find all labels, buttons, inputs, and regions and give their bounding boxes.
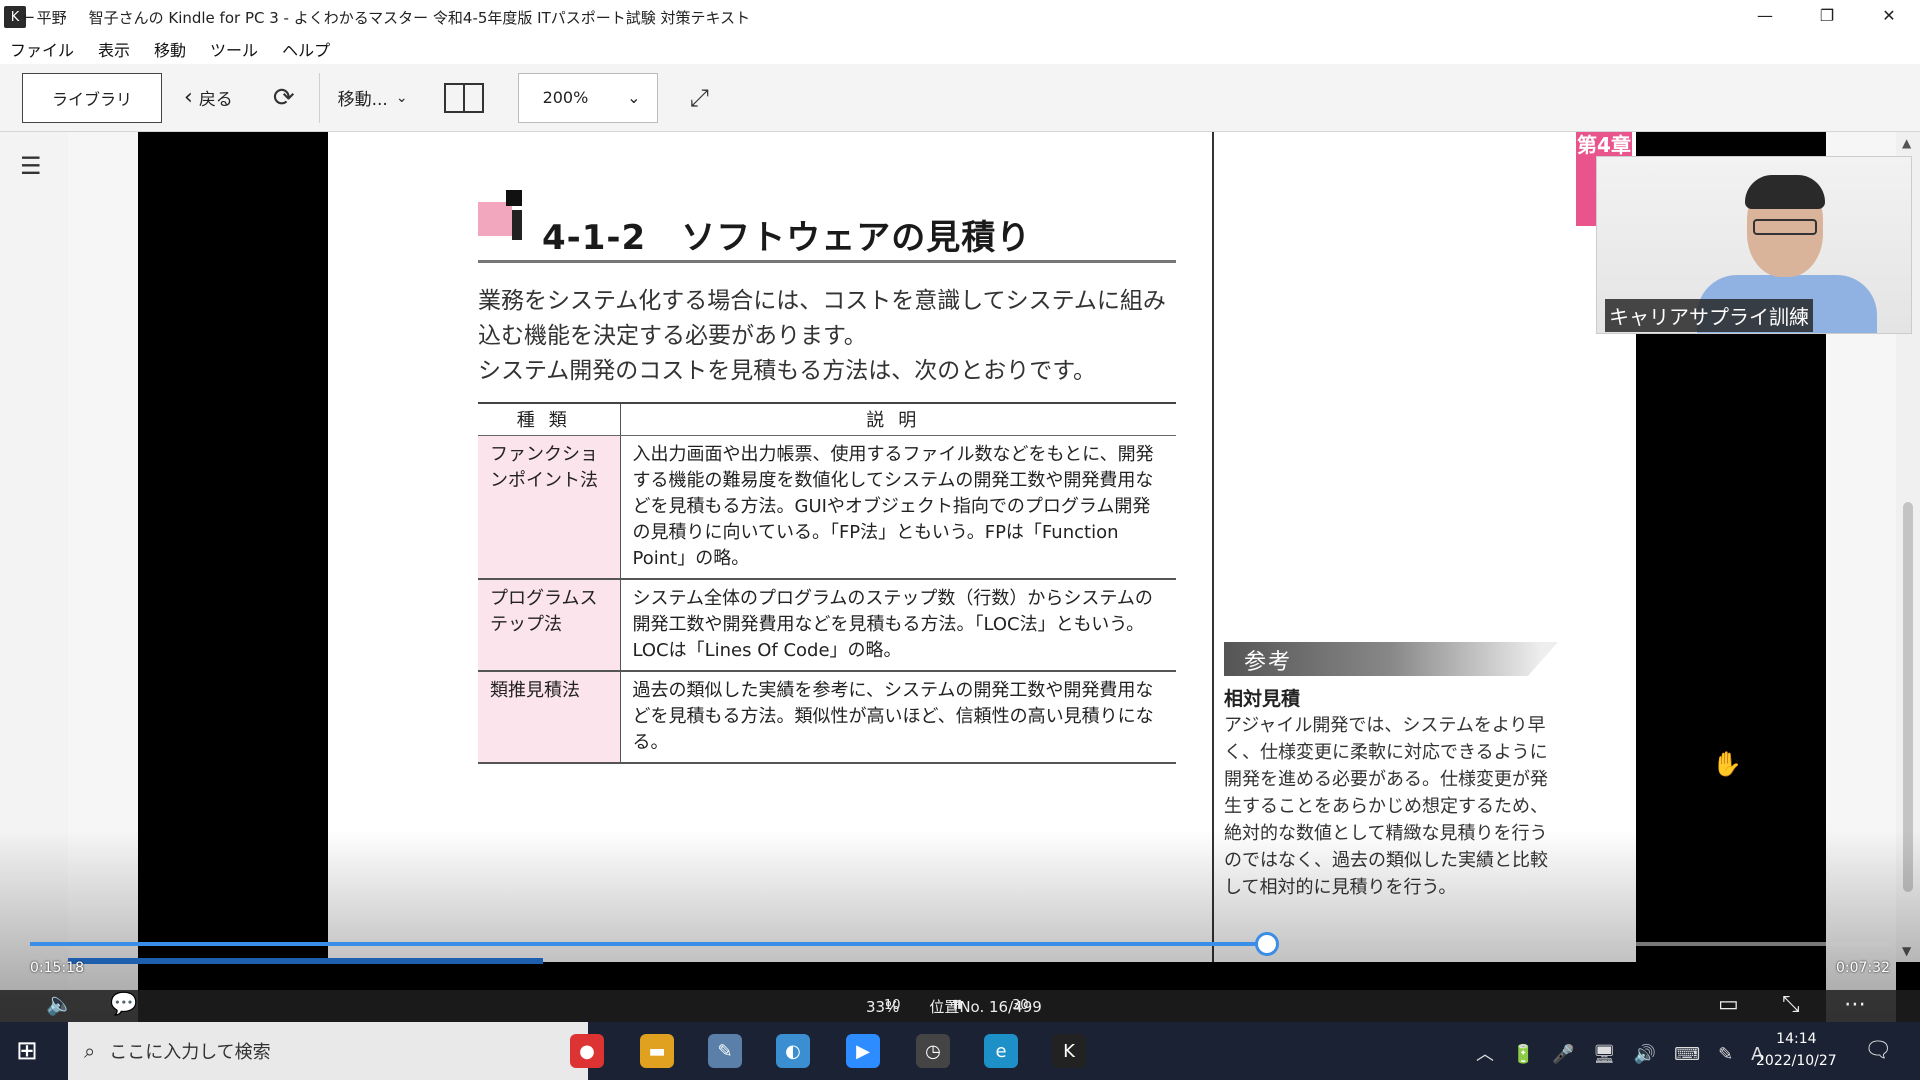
menu-go[interactable]: 移動: [154, 37, 186, 61]
skip-back-icon[interactable]: 10: [884, 998, 901, 1013]
chevron-left-icon: ‹: [184, 85, 193, 110]
zoom-value: 200%: [542, 88, 589, 107]
search-placeholder: ここに入力して検索: [109, 1042, 271, 1063]
menu-help[interactable]: ヘルプ: [282, 37, 330, 61]
user-name: 平野: [36, 8, 67, 27]
presenter-hair: [1745, 175, 1825, 209]
hand-cursor-icon: ✋: [1712, 750, 1742, 778]
remaining-time: 0:07:32: [1836, 960, 1890, 976]
video-controls: 🔈 💬 33% 位置No. 16/499 10 ⏸ 30 ▭ ⤡ ⋯: [0, 990, 1920, 1022]
intro-line-2: システム開発のコストを見積もる方法は、次のとおりです。: [478, 358, 1097, 384]
kindle-taskbar-icon[interactable]: K: [1052, 1034, 1086, 1068]
window-title: 智子さんの Kindle for PC 3 - よくわかるマスター 令和4-5年…: [88, 8, 751, 27]
goto-label: 移動...: [337, 90, 388, 110]
menu-file[interactable]: ファイル: [10, 37, 74, 61]
table-row: ファンクションポイント法 入出力画面や出力帳票、使用するファイル数などをもとに、…: [478, 435, 1176, 580]
chrome-icon[interactable]: ●: [570, 1034, 604, 1068]
heading-marker-icon: [478, 190, 528, 246]
sync-icon[interactable]: ⟳: [273, 83, 295, 113]
method-name: プログラムステップ法: [478, 578, 621, 672]
paint-icon[interactable]: ◐: [776, 1034, 810, 1068]
intro-text: 業務をシステム化する場合には、コストを意識してシステムに組み込む機能を決定する必…: [478, 284, 1188, 389]
system-tray[interactable]: ︿ 🔋 🎤 🖥 🔊 ⌨ ✎ A: [1476, 1040, 1763, 1066]
zoom-app-icon[interactable]: ▶: [846, 1034, 880, 1068]
taskbar: ⊞ ⌕ ここに入力して検索 ● ▬ ✎ ◐ ▶ ◷ e K ︿ 🔋 🎤 🖥 🔊 …: [0, 1022, 1920, 1080]
library-button[interactable]: ライブラリ: [22, 72, 162, 123]
clock-time: 14:14: [1776, 1031, 1817, 1047]
clock-app-icon[interactable]: ◷: [916, 1034, 950, 1068]
chevron-down-icon: ⌄: [395, 89, 408, 106]
taskbar-search[interactable]: ⌕ ここに入力して検索: [68, 1022, 588, 1080]
header-kind: 種類: [478, 402, 621, 436]
toolbar-divider: [318, 72, 320, 123]
window-controls: — ❐ ✕: [1734, 0, 1920, 34]
method-name: 類推見積法: [478, 670, 621, 764]
heading-rule: [478, 260, 1176, 263]
notification-icon[interactable]: 🗨: [1864, 1038, 1892, 1063]
two-page-layout-icon[interactable]: [443, 82, 484, 113]
intro-line-1: 業務をシステム化する場合には、コストを意識してシステムに組み込む機能を決定する必…: [478, 288, 1166, 349]
table-row: 類推見積法 過去の類似した実績を参考に、システムの開発工数や開発費用などを見積も…: [478, 670, 1176, 764]
estimation-methods-table: 種類 説明 ファンクションポイント法 入出力画面や出力帳票、使用するファイル数な…: [478, 402, 1176, 764]
header-description: 説明: [620, 402, 1176, 436]
method-name: ファンクションポイント法: [478, 435, 621, 580]
back-button[interactable]: ‹ 戻る: [184, 85, 233, 110]
taskbar-clock[interactable]: 14:14 2022/10/27: [1756, 1028, 1837, 1072]
webcam-caption: キャリアサプライ訓練: [1605, 299, 1813, 332]
video-progress-fill: [30, 942, 1267, 946]
method-description: 入出力画面や出力帳票、使用するファイル数などをもとに、開発する機能の難易度を数値…: [620, 435, 1176, 580]
method-description: 過去の類似した実績を参考に、システムの開発工数や開発費用などを見積もる方法。類似…: [620, 670, 1176, 764]
volume-icon[interactable]: 🔈: [46, 992, 73, 1017]
clock-date: 2022/10/27: [1756, 1053, 1837, 1069]
search-icon: ⌕: [84, 1039, 96, 1063]
video-progress-handle[interactable]: [1254, 932, 1279, 956]
windows-start-icon[interactable]: ⊞: [16, 1036, 38, 1066]
title-bar: K ← 平野 智子さんの Kindle for PC 3 - よくわかるマスター…: [0, 0, 1920, 34]
section-heading: 4-1-2 ソフトウェアの見積り: [542, 218, 1032, 258]
restore-button[interactable]: ❐: [1796, 0, 1858, 30]
reference-label: 参考: [1244, 650, 1293, 675]
reference-title: 相対見積: [1224, 688, 1301, 710]
back-arrow-icon[interactable]: ←: [22, 8, 35, 26]
scroll-up-icon[interactable]: ▲: [1902, 136, 1911, 150]
skip-forward-icon[interactable]: 30: [1012, 998, 1029, 1013]
goto-dropdown[interactable]: 移動... ⌄: [337, 85, 408, 111]
table-row: プログラムステップ法 システム全体のプログラムのステップ数（行数）からシステムの…: [478, 578, 1176, 672]
fullscreen-icon[interactable]: ⤢: [690, 84, 709, 112]
chevron-down-icon: ⌄: [627, 88, 641, 107]
presenter-glasses: [1753, 219, 1817, 235]
webcam-overlay: キャリアサプライ訓練: [1596, 156, 1912, 334]
table-header-row: 種類 説明: [478, 402, 1176, 436]
more-options-icon[interactable]: ⋯: [1844, 992, 1866, 1017]
table-of-contents-icon[interactable]: ☰: [20, 152, 42, 180]
exit-fullscreen-icon[interactable]: ⤡: [1782, 992, 1800, 1017]
mini-player-icon[interactable]: ▭: [1718, 992, 1739, 1017]
zoom-select[interactable]: 200% ⌄: [517, 72, 658, 123]
file-explorer-icon[interactable]: ▬: [640, 1034, 674, 1068]
close-button[interactable]: ✕: [1858, 0, 1920, 30]
menu-bar: ファイル 表示 移動 ツール ヘルプ: [0, 34, 1920, 64]
edge-icon[interactable]: e: [984, 1034, 1018, 1068]
minimize-button[interactable]: —: [1734, 0, 1796, 30]
notepad-icon[interactable]: ✎: [708, 1034, 742, 1068]
reading-progress-bar: [68, 958, 544, 964]
pause-icon[interactable]: ⏸: [952, 992, 963, 1017]
back-label: 戻る: [198, 90, 233, 110]
toolbar: ライブラリ ‹ 戻る ⟳ 移動... ⌄ 200% ⌄ ⤢: [0, 64, 1920, 132]
captions-icon[interactable]: 💬: [110, 992, 137, 1017]
menu-tools[interactable]: ツール: [210, 37, 258, 61]
menu-view[interactable]: 表示: [98, 37, 130, 61]
elapsed-time: 0:15:18: [30, 960, 84, 976]
method-description: システム全体のプログラムのステップ数（行数）からシステムの開発工数や開発費用など…: [620, 578, 1176, 672]
